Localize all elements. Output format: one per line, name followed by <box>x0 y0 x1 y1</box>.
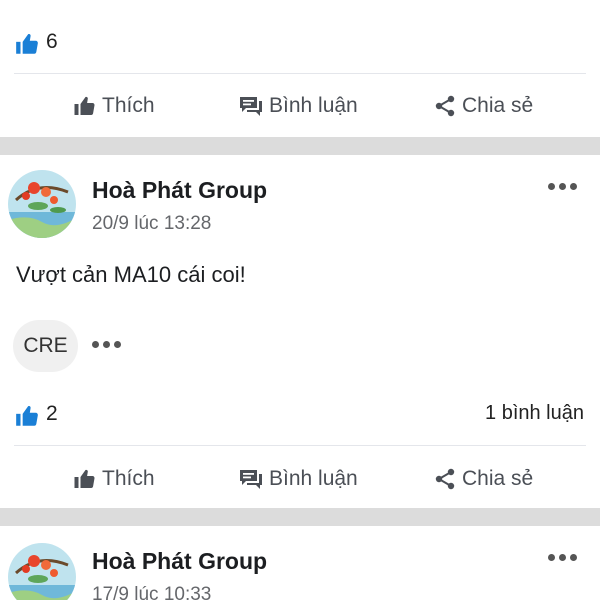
share-label: Chia sẻ <box>462 467 534 490</box>
dot-icon <box>570 183 577 190</box>
dot-icon <box>103 341 110 348</box>
avatar[interactable] <box>8 170 76 238</box>
more-options-button[interactable] <box>548 552 578 562</box>
dot-icon <box>114 341 121 348</box>
post-author[interactable]: Hoà Phát Group <box>92 177 267 204</box>
thumbs-up-outline-icon <box>74 469 95 489</box>
share-button[interactable]: Chia sẻ <box>433 459 533 499</box>
post-card-top: 6 Thích Bình luận Chia sẻ <box>0 0 600 137</box>
action-bar: Thích Bình luận Chia sẻ <box>0 459 600 499</box>
action-bar: Thích Bình luận Chia sẻ <box>0 86 600 126</box>
reactions-row: 2 1 bình luận <box>0 396 600 436</box>
post-separator <box>0 508 600 526</box>
divider-line <box>14 445 586 446</box>
comment-icon <box>240 97 262 116</box>
dot-icon <box>559 554 566 561</box>
avatar-image <box>8 543 76 600</box>
share-icon <box>435 468 455 490</box>
dot-icon <box>559 183 566 190</box>
more-options-button[interactable] <box>548 181 578 191</box>
comment-button[interactable]: Bình luận <box>238 459 358 499</box>
post-card: Hoà Phát Group 17/9 lúc 10:33 <box>0 526 600 600</box>
comment-label: Bình luận <box>269 94 358 117</box>
dot-icon <box>570 554 577 561</box>
like-label: Thích <box>102 94 155 117</box>
post-author[interactable]: Hoà Phát Group <box>92 548 267 575</box>
comment-button[interactable]: Bình luận <box>238 86 358 126</box>
reactions-row: 6 <box>0 24 600 64</box>
avatar-image <box>8 170 76 238</box>
thumbs-up-icon[interactable] <box>14 31 40 57</box>
thumbs-up-outline-icon <box>74 96 95 116</box>
comment-count[interactable]: 1 bình luận <box>485 402 584 425</box>
share-icon <box>435 95 455 117</box>
like-count[interactable]: 6 <box>46 30 58 54</box>
thumbs-up-icon[interactable] <box>14 403 40 429</box>
post-timestamp[interactable]: 17/9 lúc 10:33 <box>92 584 211 600</box>
stock-tag-chip[interactable]: CRE <box>13 320 78 372</box>
comment-icon <box>240 470 262 489</box>
share-button[interactable]: Chia sẻ <box>433 86 533 126</box>
share-label: Chia sẻ <box>462 94 534 117</box>
like-button[interactable]: Thích <box>72 86 155 126</box>
post-card: Hoà Phát Group 20/9 lúc 13:28 Vượt cản M… <box>0 155 600 508</box>
post-timestamp[interactable]: 20/9 lúc 13:28 <box>92 213 211 235</box>
like-count[interactable]: 2 <box>46 402 58 426</box>
dot-icon <box>92 341 99 348</box>
dot-icon <box>548 183 555 190</box>
tag-more-button[interactable] <box>92 339 122 349</box>
dot-icon <box>548 554 555 561</box>
like-label: Thích <box>102 467 155 490</box>
post-text: Vượt cản MA10 cái coi! <box>16 262 246 287</box>
post-separator <box>0 137 600 155</box>
divider-line <box>14 73 586 74</box>
comment-label: Bình luận <box>269 467 358 490</box>
avatar[interactable] <box>8 543 76 600</box>
like-button[interactable]: Thích <box>72 459 155 499</box>
